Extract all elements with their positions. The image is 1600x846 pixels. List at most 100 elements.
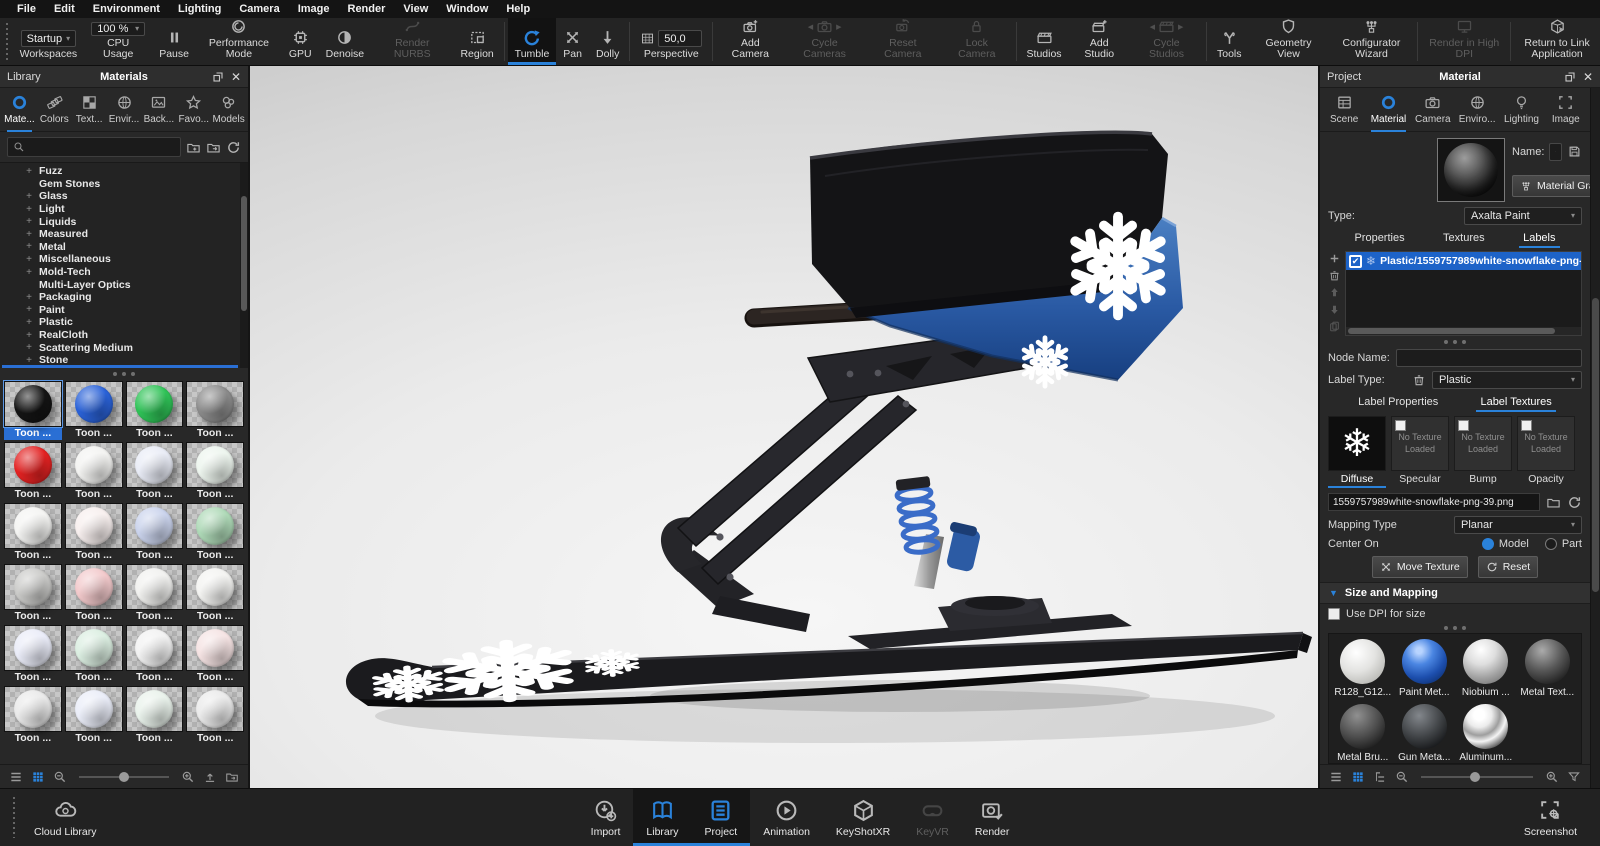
tab-labels[interactable]: Labels [1519,231,1559,248]
label-list-hscrollbar[interactable] [1346,327,1581,335]
material-thumbnail[interactable]: Toon ... [4,564,62,623]
upload-icon[interactable] [203,770,217,784]
tab-camera[interactable]: Camera [1411,91,1455,131]
tab-label-textures[interactable]: Label Textures [1476,395,1555,412]
tree-scroll-thumb[interactable] [241,196,247,311]
material-thumbnail[interactable]: Toon ... [65,564,123,623]
tree-item-paint[interactable]: +Paint [0,304,248,317]
material-thumbnail[interactable]: Toon ... [4,381,62,440]
tab-environment[interactable]: Enviro... [1455,91,1499,131]
material-thumbnail[interactable]: Toon ... [186,503,244,562]
search-box[interactable] [7,137,181,157]
slider-thumb[interactable] [119,772,129,782]
animation-button[interactable]: Animation [750,789,823,846]
tab-materials[interactable]: Mate... [2,91,37,131]
tab-image[interactable]: Image [1544,91,1588,131]
gpu-button[interactable]: GPU [282,18,319,65]
tab-models[interactable]: Models [211,91,246,131]
delete-label-icon[interactable] [1328,269,1341,282]
menu-image[interactable]: Image [289,2,339,16]
panel-splitter[interactable] [1320,622,1590,633]
expand-icon[interactable]: + [24,254,34,265]
pause-button[interactable]: Pause [152,18,196,65]
expand-icon[interactable]: + [24,267,34,278]
scene-material-item[interactable]: Metal Bru... [1333,704,1393,763]
tree-item-metal[interactable]: +Metal [0,241,248,254]
label-visibility-checkbox[interactable]: ✔ [1349,255,1362,268]
menu-render[interactable]: Render [339,2,395,16]
material-thumbnail[interactable]: Toon ... [65,503,123,562]
mapping-type-dropdown[interactable]: Planar ▾ [1454,516,1582,534]
tree-item-gem-stones[interactable]: Gem Stones [0,178,248,191]
slider-thumb[interactable] [1470,772,1480,782]
float-panel-icon[interactable] [212,71,224,83]
dock-drag-handle[interactable] [12,797,17,838]
filter-icon[interactable] [1567,770,1581,784]
expand-icon[interactable]: + [24,292,34,303]
toolbar-drag-handle[interactable] [5,23,10,60]
texture-file-field[interactable]: 1559757989white-snowflake-png-39.png [1328,493,1540,511]
refresh-texture-icon[interactable] [1567,495,1582,510]
hscroll-thumb[interactable] [1348,328,1555,334]
tab-textures[interactable]: Textures [1439,231,1489,248]
menu-window[interactable]: Window [437,2,497,16]
list-view-icon[interactable] [9,770,23,784]
expand-icon[interactable]: + [24,342,34,353]
center-model-radio[interactable] [1482,538,1494,550]
expand-icon[interactable]: + [24,317,34,328]
menu-lighting[interactable]: Lighting [169,2,230,16]
texture-checkbox[interactable] [1521,420,1532,431]
center-part-radio[interactable] [1545,538,1557,550]
refresh-icon[interactable] [226,140,241,155]
tab-lighting[interactable]: Lighting [1499,91,1543,131]
tree-item-miscellaneous[interactable]: +Miscellaneous [0,253,248,266]
tree-item-realcloth[interactable]: +RealCloth [0,329,248,342]
tree-item-multi-layer-optics[interactable]: Multi-Layer Optics [0,278,248,291]
cloud-library-button[interactable]: Cloud Library [21,789,109,846]
zoom-out-icon[interactable] [53,770,67,784]
menu-help[interactable]: Help [497,2,539,16]
close-icon[interactable]: ✕ [1583,71,1593,83]
expand-icon[interactable]: + [24,241,34,252]
save-icon[interactable] [1567,144,1582,159]
texture-checkbox[interactable] [1458,420,1469,431]
material-thumbnail[interactable]: Toon ... [186,381,244,440]
material-thumbnail[interactable]: Toon ... [4,625,62,684]
tree-item-liquids[interactable]: +Liquids [0,215,248,228]
menu-camera[interactable]: Camera [230,2,288,16]
menu-file[interactable]: File [8,2,45,16]
scene-material-item[interactable]: Gun Meta... [1395,704,1455,763]
open-folder-icon[interactable] [1546,495,1561,510]
label-list-item[interactable]: ✔ ❄ Plastic/1559757989white-snowflake-pn… [1346,252,1581,270]
tab-textures[interactable]: Text... [72,91,107,131]
material-thumbnail[interactable]: Toon ... [65,625,123,684]
library-dock-button[interactable]: Library [633,789,691,846]
menu-environment[interactable]: Environment [84,2,169,16]
material-thumbnail[interactable]: Toon ... [186,686,244,745]
pan-button[interactable]: Pan [556,18,589,65]
scene-material-item[interactable]: Niobium ... [1456,639,1516,698]
dolly-button[interactable]: Dolly [589,18,626,65]
material-thumbnail[interactable]: Toon ... [186,442,244,501]
tumble-button[interactable]: Tumble [508,18,557,65]
expand-icon[interactable]: + [24,304,34,315]
zoom-out-icon[interactable] [1395,770,1409,784]
opacity-slot[interactable]: No Texture Loaded Opacity [1517,416,1575,488]
scene-material-item[interactable]: Aluminum... [1456,704,1516,763]
tree-item-measured[interactable]: +Measured [0,228,248,241]
tab-properties[interactable]: Properties [1350,231,1408,248]
specular-slot[interactable]: No Texture Loaded Specular [1391,416,1449,488]
grid-view-icon[interactable] [31,770,45,784]
material-thumbnail[interactable]: Toon ... [65,686,123,745]
diffuse-slot[interactable]: ❄ Diffuse [1328,416,1386,488]
panel-splitter[interactable] [1320,336,1590,347]
tree-item-packaging[interactable]: +Packaging [0,291,248,304]
material-preview[interactable] [1437,138,1505,202]
tree-item-mold-tech[interactable]: +Mold-Tech [0,266,248,279]
material-thumbnail[interactable]: Toon ... [4,442,62,501]
thumbnail-size-slider[interactable] [79,776,169,778]
label-list[interactable]: ✔ ❄ Plastic/1559757989white-snowflake-pn… [1345,251,1582,336]
material-thumbnail[interactable]: Toon ... [65,442,123,501]
tree-item-scattering-medium[interactable]: +Scattering Medium [0,341,248,354]
tree-item-light[interactable]: +Light [0,203,248,216]
